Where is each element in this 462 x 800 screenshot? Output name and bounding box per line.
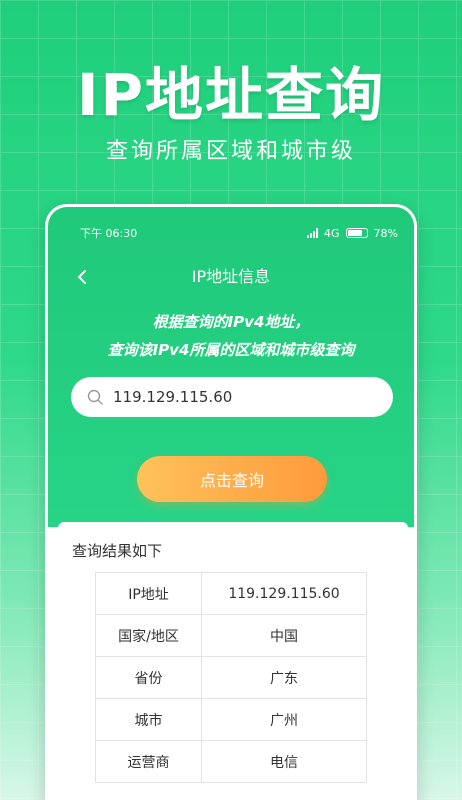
table-row: 城市 广州 [95,698,367,741]
table-row: IP地址 119.129.115.60 [95,572,367,615]
table-row: 省份 广东 [95,656,367,699]
row-key: 城市 [95,698,202,741]
result-title: 查询结果如下 [72,542,163,560]
row-key: 国家/地区 [95,614,202,657]
status-bar: 下午 06:30 4G 78% [80,225,398,241]
header-panel: 下午 06:30 4G 78% IP地址信息 根据查询的IPv4地址， 查询该I… [48,207,414,527]
nav-bar: IP地址信息 [48,263,414,291]
row-value: 中国 [201,614,367,657]
intro-line-2: 查询该IPv4所属的区域和城市级查询 [107,341,355,359]
row-key: 省份 [95,656,202,699]
status-time: 下午 06:30 [80,227,138,240]
table-row: 运营商 电信 [95,740,367,783]
phone-frame: 下午 06:30 4G 78% IP地址信息 根据查询的IPv4地址， 查询该I… [45,204,417,800]
intro-line-1: 根据查询的IPv4地址， [152,313,310,331]
search-field[interactable] [71,377,393,417]
battery-fill [347,230,362,236]
battery-percent: 78% [373,226,398,240]
nav-title: IP地址信息 [191,267,271,286]
row-key: IP地址 [95,572,202,615]
intro-text: 根据查询的IPv4地址， 查询该IPv4所属的区域和城市级查询 [48,308,414,364]
row-value: 119.129.115.60 [201,572,367,615]
back-button[interactable] [68,263,96,291]
row-value: 电信 [201,740,367,783]
row-value: 广州 [201,698,367,741]
row-key: 运营商 [95,740,202,783]
network-type: 4G [324,226,340,240]
chevron-left-icon [77,270,86,284]
signal-icon [307,228,319,238]
ip-input[interactable] [113,388,363,406]
table-row: 国家/地区 中国 [95,614,367,657]
query-button[interactable]: 点击查询 [137,456,327,502]
hero-subtitle: 查询所属区域和城市级 [105,139,356,164]
result-table: IP地址 119.129.115.60 国家/地区 中国 省份 广东 城市 广州… [95,572,367,783]
status-indicators: 4G 78% [307,227,398,240]
battery-icon [345,228,368,238]
hero-title: IP地址查询 [76,61,386,129]
search-icon [87,389,103,405]
row-value: 广东 [201,656,367,699]
result-card: 查询结果如下 IP地址 119.129.115.60 国家/地区 中国 省份 广… [58,522,408,800]
